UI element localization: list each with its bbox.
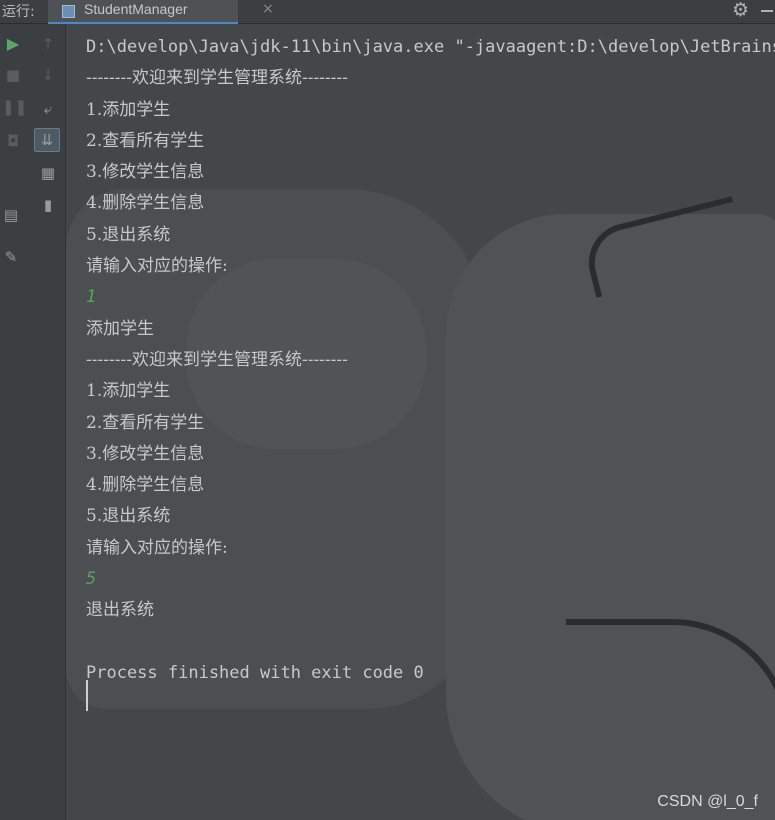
camera-icon[interactable]: ◘ [2, 132, 24, 150]
console-line-menu-option: 5.退出系统 [86, 224, 171, 245]
console-line-prompt: 请输入对应的操作: [86, 537, 228, 558]
console-line-menu-option: 5.退出系统 [86, 506, 171, 527]
watermark: CSDN @l_0_f [657, 793, 758, 810]
run-label: 运行: [2, 4, 35, 20]
stop-icon[interactable]: ■ [2, 66, 24, 84]
java-class-icon [62, 5, 75, 18]
console-line-menu-option: 1.添加学生 [86, 99, 171, 120]
down-icon[interactable]: ↓ [37, 66, 59, 84]
console-lines: D:\develop\Java\jdk-11\bin\java.exe "-ja… [86, 32, 775, 689]
trash-icon[interactable]: ▮ [37, 196, 59, 214]
pin-icon[interactable]: ✎ [0, 248, 22, 266]
console-line-menu-option: 2.查看所有学生 [86, 130, 205, 151]
console-line-menu-option: 3.修改学生信息 [86, 162, 205, 183]
console-line-prompt: 请输入对应的操作: [86, 256, 228, 277]
settings-icon[interactable]: ⚙ [732, 0, 749, 21]
close-tab-button[interactable]: × [262, 1, 274, 17]
console-line-menu-title: --------欢迎来到学生管理系统-------- [86, 349, 348, 370]
console-line-user-input: 5 [86, 569, 97, 590]
console-line-user-input: 1 [86, 287, 97, 308]
console-line-menu-title: --------欢迎来到学生管理系统-------- [86, 68, 348, 89]
console-output[interactable]: D:\develop\Java\jdk-11\bin\java.exe "-ja… [66, 24, 775, 820]
up-icon[interactable]: ↑ [37, 35, 59, 53]
tab-title: StudentManager [84, 1, 188, 17]
console-line-menu-option: 1.添加学生 [86, 381, 171, 402]
console-line-menu-option: 2.查看所有学生 [86, 412, 205, 433]
console-line-menu-option: 4.删除学生信息 [86, 475, 205, 496]
console-line-output: 退出系统 [86, 600, 154, 621]
run-toolbar-primary: ▶ ■ ❚❚ ◘ ▤ ✎ [0, 24, 32, 820]
layout-icon[interactable]: ▤ [0, 206, 22, 224]
soft-wrap-icon[interactable]: ⤶ [37, 100, 59, 118]
minimize-icon[interactable] [761, 10, 773, 12]
console-line-menu-option: 3.修改学生信息 [86, 443, 205, 464]
text-cursor [86, 680, 88, 711]
pause-icon[interactable]: ❚❚ [2, 98, 27, 116]
console-line-command: D:\develop\Java\jdk-11\bin\java.exe "-ja… [86, 37, 775, 57]
print-icon[interactable]: ▦ [37, 164, 59, 182]
run-icon[interactable]: ▶ [2, 35, 24, 53]
scroll-to-end-icon[interactable]: ⇊ [34, 128, 60, 152]
console-line-menu-option: 4.删除学生信息 [86, 193, 205, 214]
console-line-output: 添加学生 [86, 318, 154, 339]
tab-student-manager[interactable]: StudentManager × [48, 0, 274, 24]
run-toolbar-secondary: ↑ ↓ ⤶ ⇊ ▦ ▮ [32, 24, 66, 820]
console-line-exit-status: Process finished with exit code 0 [86, 662, 424, 683]
run-tool-window-header: 运行: StudentManager × ⚙ [0, 0, 775, 24]
